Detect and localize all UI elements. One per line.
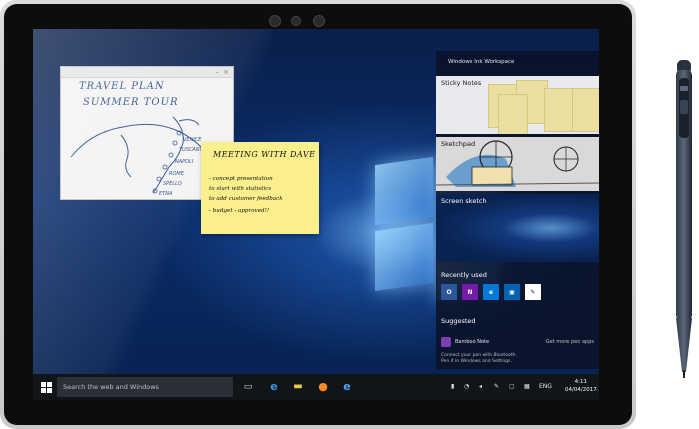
- sticky-notes-label: Sticky Notes: [441, 79, 482, 87]
- firefox-icon[interactable]: ●: [316, 380, 330, 394]
- keyboard-icon[interactable]: ▦: [524, 383, 530, 390]
- pen-app-icon[interactable]: ✎: [525, 284, 541, 300]
- get-more-pen-apps-link[interactable]: Get more pen apps: [546, 339, 594, 345]
- battery-icon[interactable]: ▮: [451, 383, 454, 390]
- place-label: TUSCANY: [179, 147, 203, 153]
- onenote-icon[interactable]: N: [462, 284, 478, 300]
- place-label: ROME: [169, 171, 184, 177]
- recent-apps-row: O N e ▣ ✎: [441, 284, 541, 304]
- sensor-icon: [313, 15, 325, 27]
- wifi-icon[interactable]: ◔: [464, 383, 469, 390]
- sketchpad-label: Sketchpad: [441, 140, 476, 148]
- volume-icon[interactable]: ◂: [479, 383, 482, 390]
- desktop-screen: – × TRAVEL PLAN SUMMER TOUR VENICE TUSCA…: [33, 29, 599, 400]
- sticky-note-line: to add customer feedback: [209, 196, 283, 202]
- language-indicator[interactable]: ENG: [539, 383, 552, 390]
- screen-sketch-label: Screen sketch: [441, 197, 487, 205]
- pen-connect-hint: Connect your pen with Bluetooth. Pen it …: [441, 353, 591, 365]
- search-input[interactable]: Search the web and Windows: [57, 377, 233, 397]
- clock-time: 4:11: [574, 379, 588, 385]
- suggested-app-name: Bamboo Note: [455, 339, 490, 345]
- place-label: SPELLO: [163, 181, 182, 187]
- sticky-note-line: - budget - approved!!: [209, 208, 270, 214]
- place-label: NAPOLI: [175, 159, 194, 165]
- pen-workspace-icon[interactable]: ✎: [494, 383, 499, 390]
- suggested-label: Suggested: [441, 317, 476, 325]
- file-explorer-icon[interactable]: ▬: [291, 380, 305, 394]
- notifications-icon[interactable]: ▢: [509, 383, 515, 390]
- tablet-frame: – × TRAVEL PLAN SUMMER TOUR VENICE TUSCA…: [0, 0, 636, 429]
- edge-icon[interactable]: e: [483, 284, 499, 300]
- internet-explorer-icon[interactable]: e: [340, 380, 354, 394]
- ink-workspace-title: Windows Ink Workspace: [448, 59, 515, 65]
- start-button[interactable]: [41, 382, 52, 393]
- edge-taskbar-icon[interactable]: e: [267, 380, 281, 394]
- task-view-icon[interactable]: ▭: [241, 380, 255, 394]
- taskbar: Search the web and Windows ▭ e ▬ ● e ▮ ◔…: [33, 374, 599, 400]
- suggested-app-row[interactable]: Bamboo Note Get more pen apps: [441, 337, 596, 349]
- photos-icon[interactable]: ▣: [504, 284, 520, 300]
- bamboo-note-icon: [441, 337, 451, 347]
- place-label: VENICE: [183, 137, 202, 143]
- close-icon[interactable]: ×: [223, 68, 229, 76]
- camera-icon: [291, 16, 301, 26]
- sticky-note[interactable]: MEETING WITH DAVE - concept presentation…: [201, 142, 319, 234]
- connect-line: Pen it in Windows and Settings.: [441, 359, 512, 364]
- minimize-icon[interactable]: –: [216, 68, 220, 76]
- stylus-pen-icon: [676, 60, 692, 378]
- sticky-note-line: to start with statistics: [209, 186, 272, 192]
- clock-date: 04/04/2017: [565, 387, 597, 393]
- sensor-icon: [269, 15, 281, 27]
- sticky-note-line: - concept presentation: [209, 176, 273, 182]
- recently-used-label: Recently used: [441, 271, 487, 279]
- place-label: ETNA: [159, 191, 173, 197]
- ink-workspace-panel: Windows Ink Workspace Sticky Notes Sketc…: [436, 51, 599, 369]
- outlook-icon[interactable]: O: [441, 284, 457, 300]
- sticky-note-title: MEETING WITH DAVE: [213, 150, 316, 159]
- clock[interactable]: 4:11 04/04/2017: [565, 378, 597, 394]
- search-placeholder: Search the web and Windows: [63, 383, 159, 391]
